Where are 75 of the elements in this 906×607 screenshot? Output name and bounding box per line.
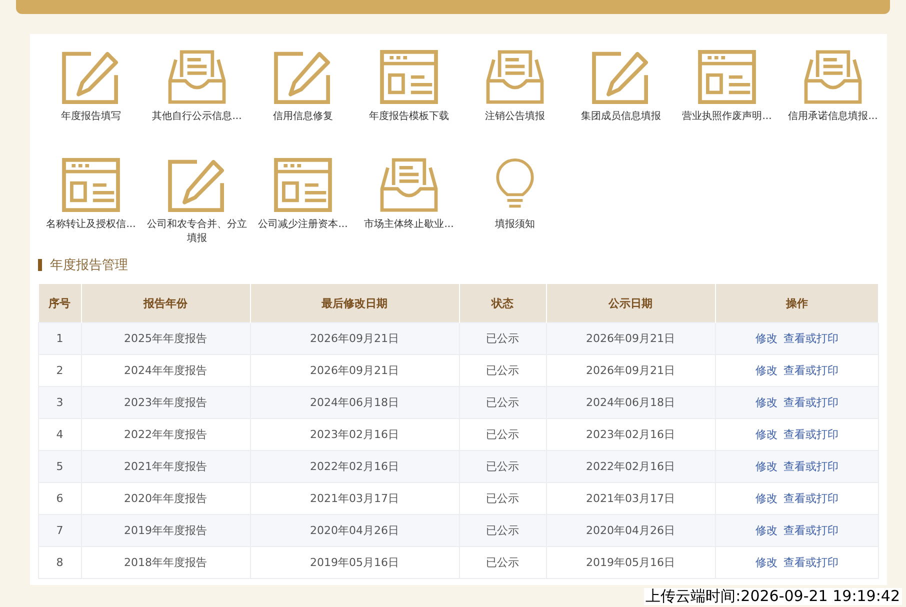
inbox-icon[interactable] (486, 50, 544, 104)
section-marker (38, 259, 42, 271)
action-link[interactable]: 修改 (755, 364, 778, 377)
table-cell: 已公示 (459, 386, 546, 418)
table-cell: 2018年年度报告 (81, 546, 250, 578)
shortcut-label[interactable]: 信用信息修复 (253, 110, 353, 124)
column-header: 状态 (459, 284, 546, 322)
table-cell: 2024年06月18日 (546, 386, 715, 418)
shortcut-label[interactable]: 年度报告模板下载 (359, 110, 459, 124)
table-cell: 2020年04月26日 (250, 514, 459, 546)
table-cell: 已公示 (459, 546, 546, 578)
inbox-icon[interactable] (804, 50, 862, 104)
action-link[interactable]: 查看或打印 (783, 396, 838, 409)
table-cell: 2021年年度报告 (81, 450, 250, 482)
shortcut-label[interactable]: 营业执照作废声明... (677, 110, 777, 124)
table-cell: 2019年年度报告 (81, 514, 250, 546)
table-cell: 已公示 (459, 322, 546, 354)
pencil-icon[interactable] (168, 158, 226, 212)
shortcut-label[interactable]: 注销公告填报 (465, 110, 565, 124)
table-cell: 2026年09月21日 (250, 322, 459, 354)
action-link[interactable]: 查看或打印 (783, 524, 838, 537)
column-header: 最后修改日期 (250, 284, 459, 322)
action-link[interactable]: 修改 (755, 460, 778, 473)
action-link[interactable]: 修改 (755, 492, 778, 505)
table-cell: 2026年09月21日 (546, 322, 715, 354)
shortcut-label[interactable]: 集团成员信息填报 (571, 110, 671, 124)
table-cell: 2019年05月16日 (250, 546, 459, 578)
action-link[interactable]: 查看或打印 (783, 492, 838, 505)
shortcut-label[interactable]: 年度报告填写 (41, 110, 141, 124)
shortcut-label[interactable]: 公司减少注册资本... (253, 218, 353, 232)
action-link[interactable]: 查看或打印 (783, 364, 838, 377)
browser-icon[interactable] (380, 50, 438, 104)
column-header: 报告年份 (81, 284, 250, 322)
table-cell: 已公示 (459, 450, 546, 482)
action-link[interactable]: 修改 (755, 556, 778, 569)
shortcut-label[interactable]: 名称转让及授权信... (41, 218, 141, 232)
shortcut-label[interactable]: 其他自行公示信息... (147, 110, 247, 124)
action-link[interactable]: 查看或打印 (783, 428, 838, 441)
table-cell: 2019年05月16日 (546, 546, 715, 578)
column-header: 序号 (38, 284, 81, 322)
action-link[interactable]: 查看或打印 (783, 460, 838, 473)
table-cell: 已公示 (459, 514, 546, 546)
browser-icon[interactable] (698, 50, 756, 104)
table-cell: 2025年年度报告 (81, 322, 250, 354)
pencil-icon[interactable] (62, 50, 120, 104)
table-cell: 8 (38, 546, 81, 578)
action-link[interactable]: 修改 (755, 332, 778, 345)
column-header: 公示日期 (546, 284, 715, 322)
table-cell: 7 (38, 514, 81, 546)
action-link[interactable]: 修改 (755, 428, 778, 441)
table-cell: 1 (38, 322, 81, 354)
table-cell: 2022年02月16日 (546, 450, 715, 482)
table-cell: 2024年06月18日 (250, 386, 459, 418)
table-cell: 2023年年度报告 (81, 386, 250, 418)
section-title: 年度报告管理 (50, 257, 128, 274)
table-cell: 2020年04月26日 (546, 514, 715, 546)
pencil-icon[interactable] (592, 50, 650, 104)
pencil-icon[interactable] (274, 50, 332, 104)
action-link[interactable]: 修改 (755, 524, 778, 537)
shortcut-label[interactable]: 填报须知 (465, 218, 565, 232)
inbox-icon[interactable] (168, 50, 226, 104)
shortcut-label[interactable]: 信用承诺信息填报... (783, 110, 883, 124)
table-cell: 3 (38, 386, 81, 418)
table-cell: 5 (38, 450, 81, 482)
browser-icon[interactable] (274, 158, 332, 212)
table-cell: 2022年02月16日 (250, 450, 459, 482)
action-link[interactable]: 修改 (755, 396, 778, 409)
upload-time-stamp: 上传云端时间:2026-09-21 19:19:42 (644, 588, 902, 605)
action-link[interactable]: 查看或打印 (783, 332, 838, 345)
action-link[interactable]: 查看或打印 (783, 556, 838, 569)
shortcut-label[interactable]: 公司和农专合并、分立填报 (147, 218, 247, 246)
inbox-icon[interactable] (380, 158, 438, 212)
shortcut-label[interactable]: 市场主体终止歇业... (359, 218, 459, 232)
browser-icon[interactable] (62, 158, 120, 212)
column-header: 操作 (715, 284, 878, 322)
